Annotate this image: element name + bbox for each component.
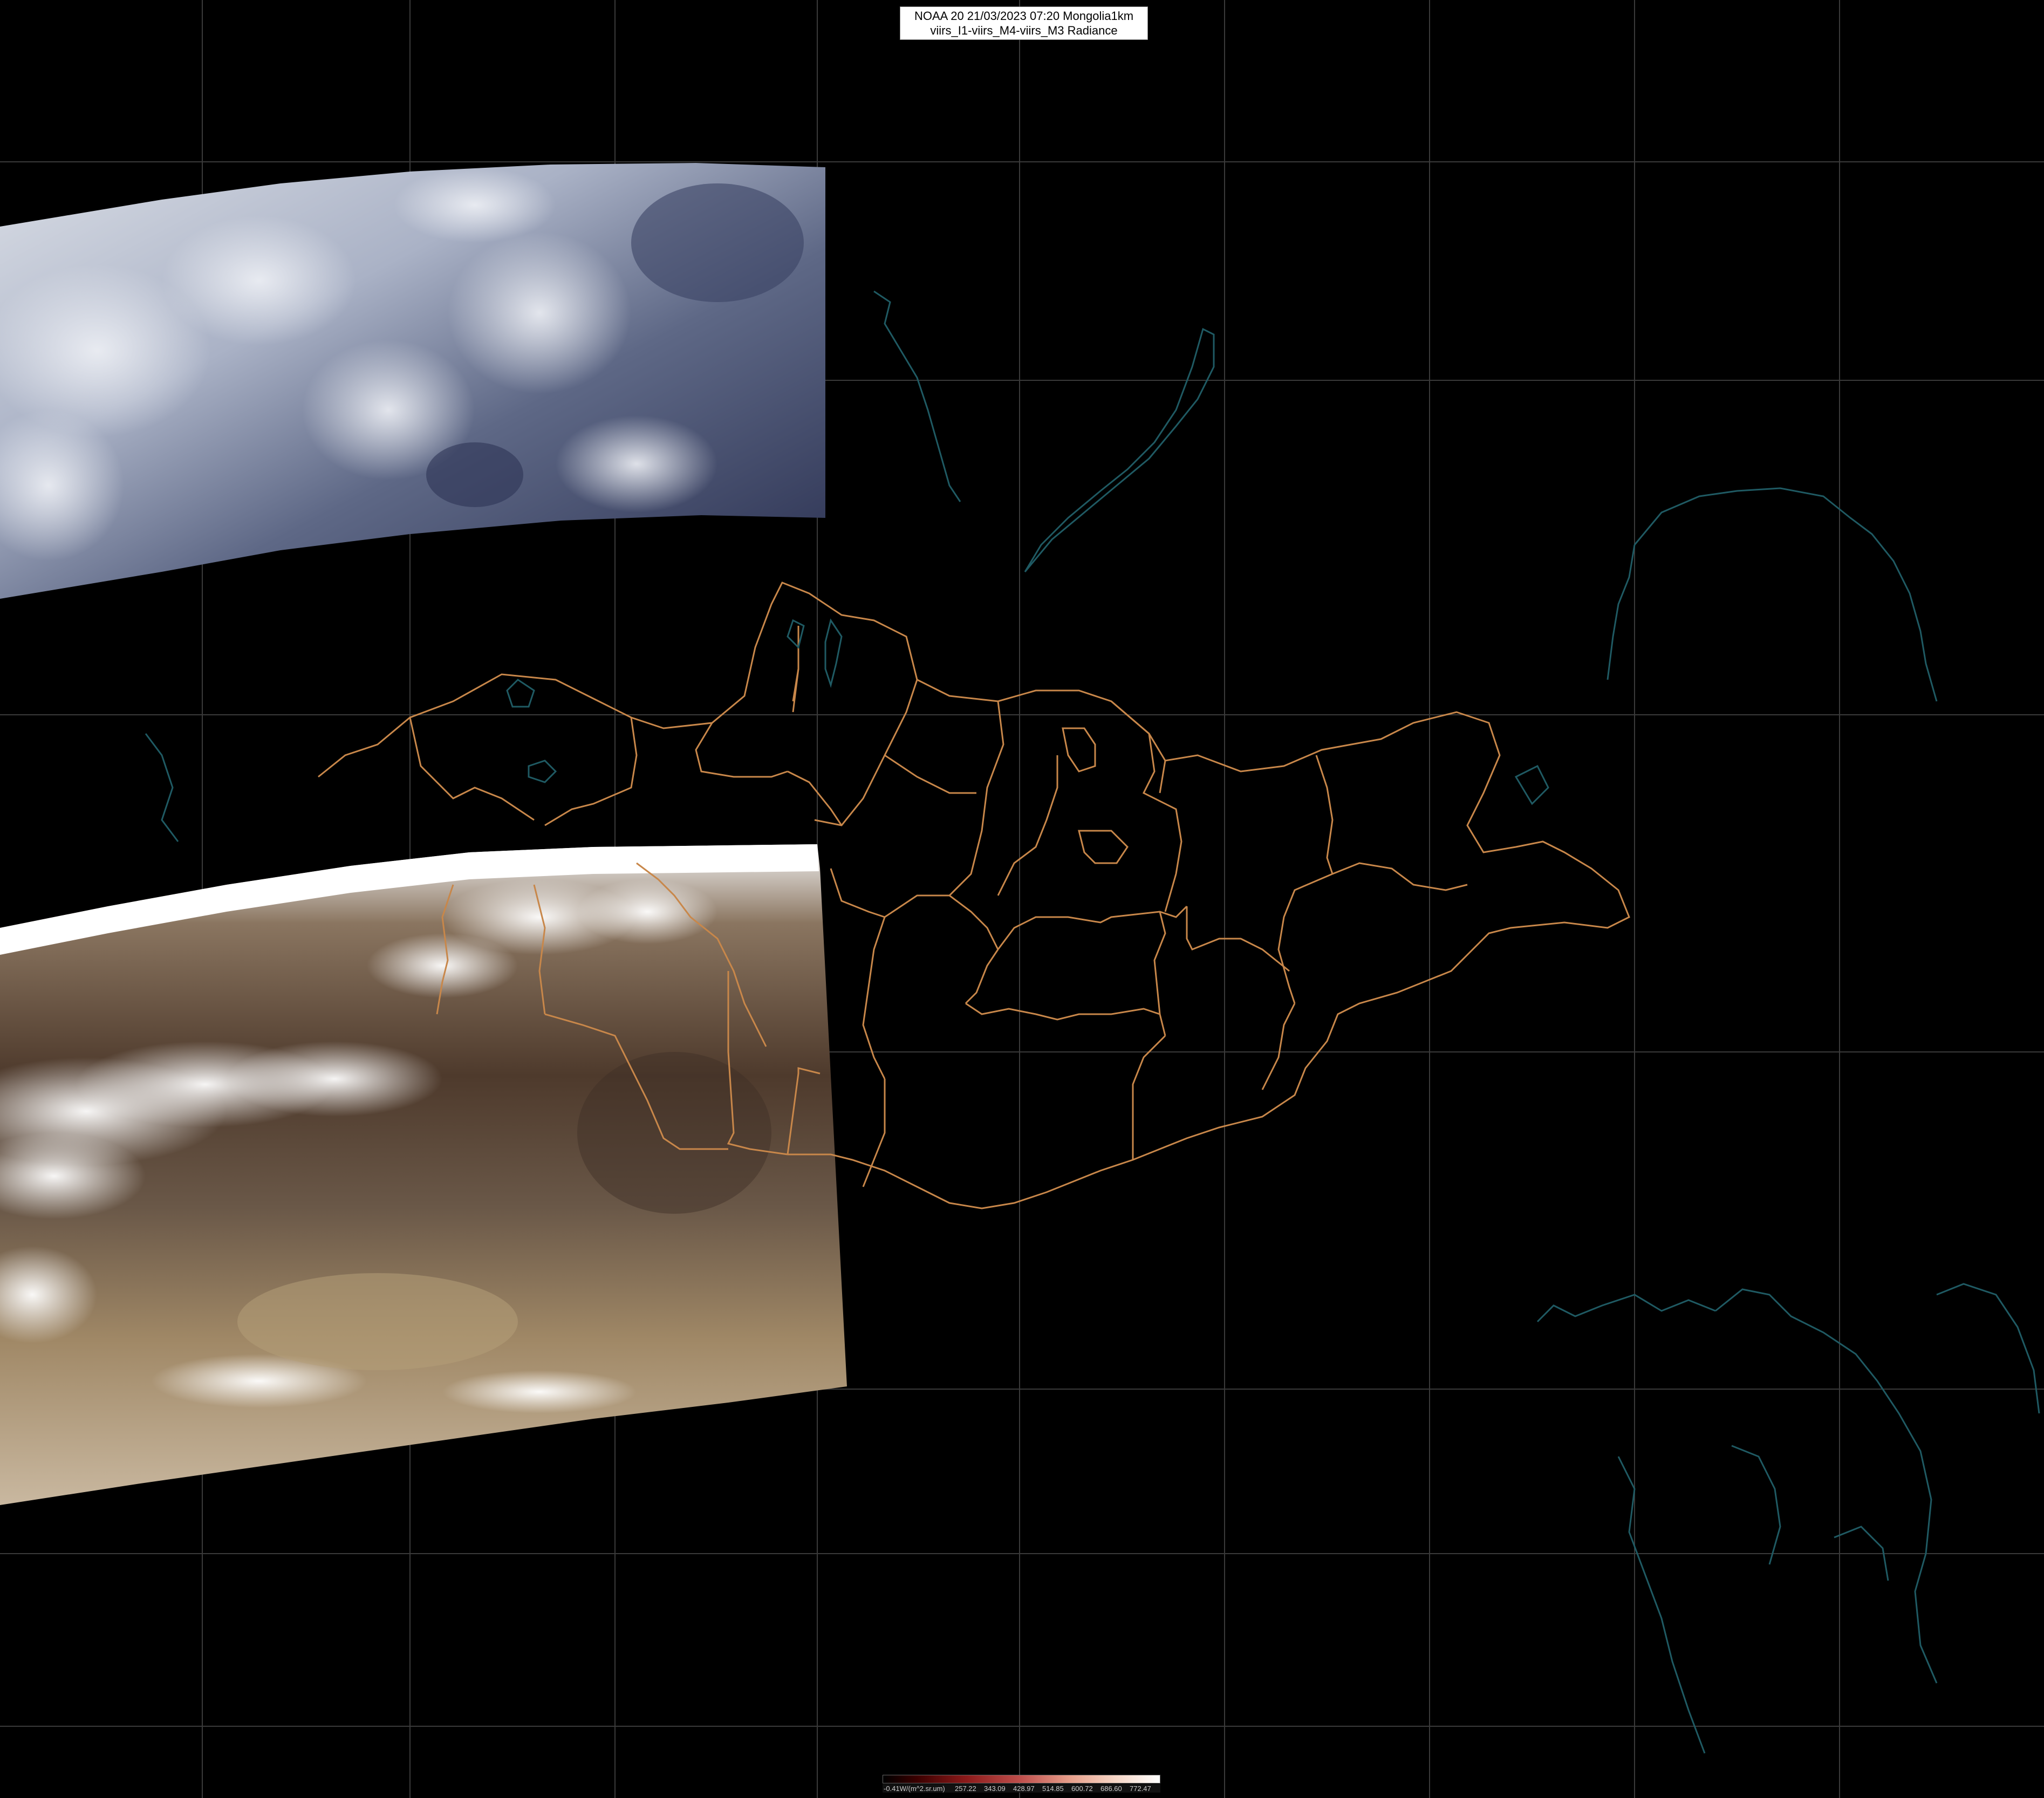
title-box: NOAA 20 21/03/2023 07:20 Mongolia1km vii… [900, 6, 1148, 40]
colorbar-label: 343.09 [984, 1785, 1006, 1793]
colorbar-label: 257.22 [955, 1785, 976, 1793]
colorbar-label: 772.47 [1130, 1785, 1151, 1793]
colorbar-label: 514.85 [1042, 1785, 1064, 1793]
lakes [506, 618, 843, 783]
title-line-1: NOAA 20 21/03/2023 07:20 Mongolia1km [914, 9, 1134, 23]
colorbar-label: 600.72 [1071, 1785, 1093, 1793]
colorbar-labels: -0.41W/(m^2.sr.um) 257.22 343.09 428.97 … [883, 1784, 1160, 1793]
colorbar-strip [883, 1775, 1160, 1783]
satellite-map [0, 0, 2044, 1798]
colorbar-label: 428.97 [1013, 1785, 1035, 1793]
colorbar-label: -0.41W/(m^2.sr.um) [884, 1785, 945, 1793]
satellite-swath-north [0, 163, 825, 599]
colorbar: -0.41W/(m^2.sr.um) 257.22 343.09 428.97 … [883, 1775, 1160, 1795]
colorbar-label: 686.60 [1100, 1785, 1122, 1793]
title-line-2: viirs_I1-viirs_M4-viirs_M3 Radiance [930, 24, 1118, 37]
